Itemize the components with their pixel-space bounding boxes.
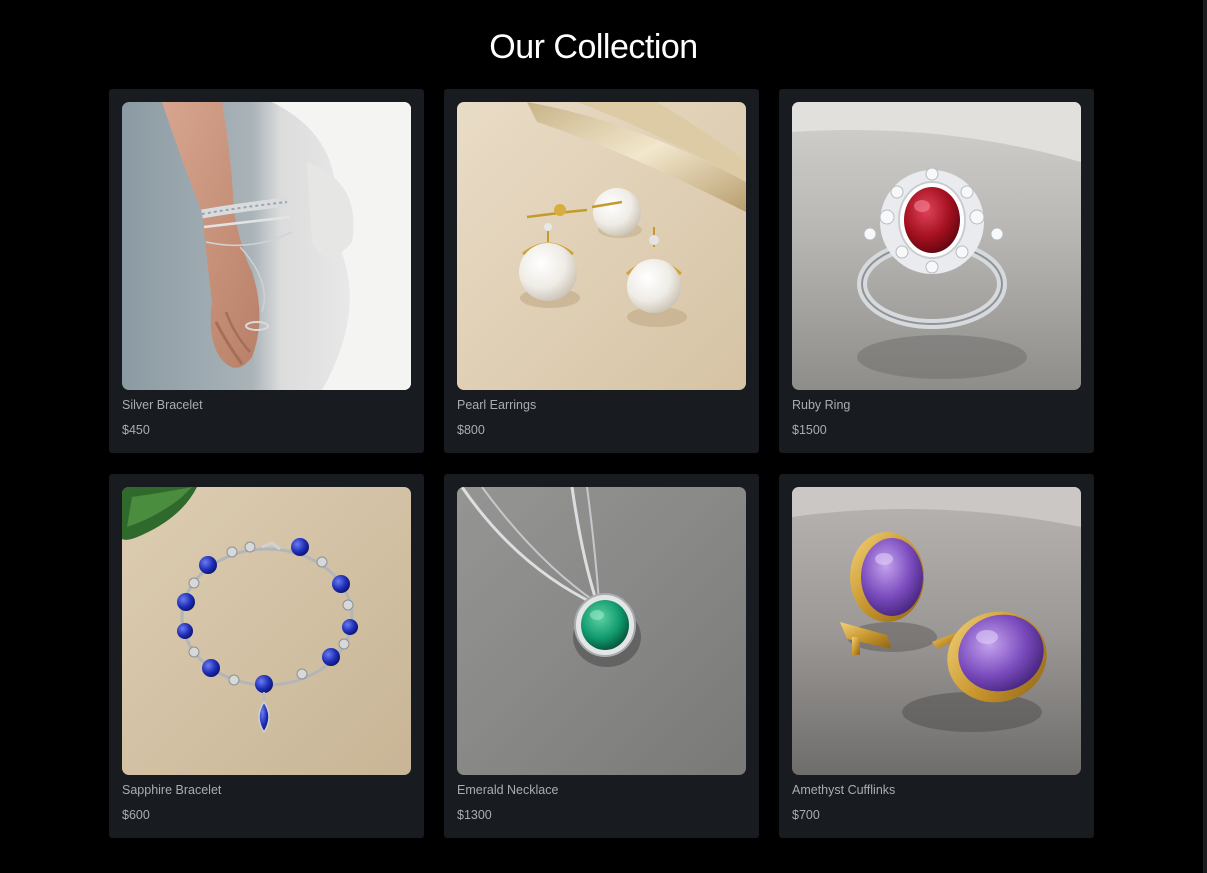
product-price: $600	[122, 808, 150, 822]
product-grid: Silver Bracelet $450 Pearl Earrings $800…	[109, 89, 1094, 838]
product-card-emerald-necklace[interactable]: Emerald Necklace $1300	[444, 474, 759, 838]
product-name: Emerald Necklace	[457, 783, 559, 797]
product-name: Amethyst Cufflinks	[792, 783, 896, 797]
product-price: $700	[792, 808, 820, 822]
product-image[interactable]	[457, 102, 746, 390]
product-name: Ruby Ring	[792, 398, 851, 412]
sapphire-bracelet-photo	[122, 487, 411, 775]
product-price: $1300	[457, 808, 492, 822]
product-card-ruby-ring[interactable]: Ruby Ring $1500	[779, 89, 1094, 453]
product-price: $800	[457, 423, 485, 437]
product-image[interactable]	[122, 487, 411, 775]
product-image[interactable]	[792, 487, 1081, 775]
product-price: $450	[122, 423, 150, 437]
product-card-silver-bracelet[interactable]: Silver Bracelet $450	[109, 89, 424, 453]
product-image[interactable]	[792, 102, 1081, 390]
product-image[interactable]	[122, 102, 411, 390]
emerald-necklace-photo	[457, 487, 746, 775]
product-name: Sapphire Bracelet	[122, 783, 222, 797]
product-price: $1500	[792, 423, 827, 437]
window-edge	[1203, 0, 1207, 873]
product-name: Silver Bracelet	[122, 398, 203, 412]
product-card-sapphire-bracelet[interactable]: Sapphire Bracelet $600	[109, 474, 424, 838]
product-card-amethyst-cufflinks[interactable]: Amethyst Cufflinks $700	[779, 474, 1094, 838]
product-card-pearl-earrings[interactable]: Pearl Earrings $800	[444, 89, 759, 453]
ruby-ring-photo	[792, 102, 1081, 390]
product-name: Pearl Earrings	[457, 398, 537, 412]
page-title: Our Collection	[489, 28, 698, 66]
pearl-earrings-photo	[457, 102, 746, 390]
amethyst-cufflinks-photo	[792, 487, 1081, 775]
silver-bracelet-photo	[122, 102, 411, 390]
product-image[interactable]	[457, 487, 746, 775]
